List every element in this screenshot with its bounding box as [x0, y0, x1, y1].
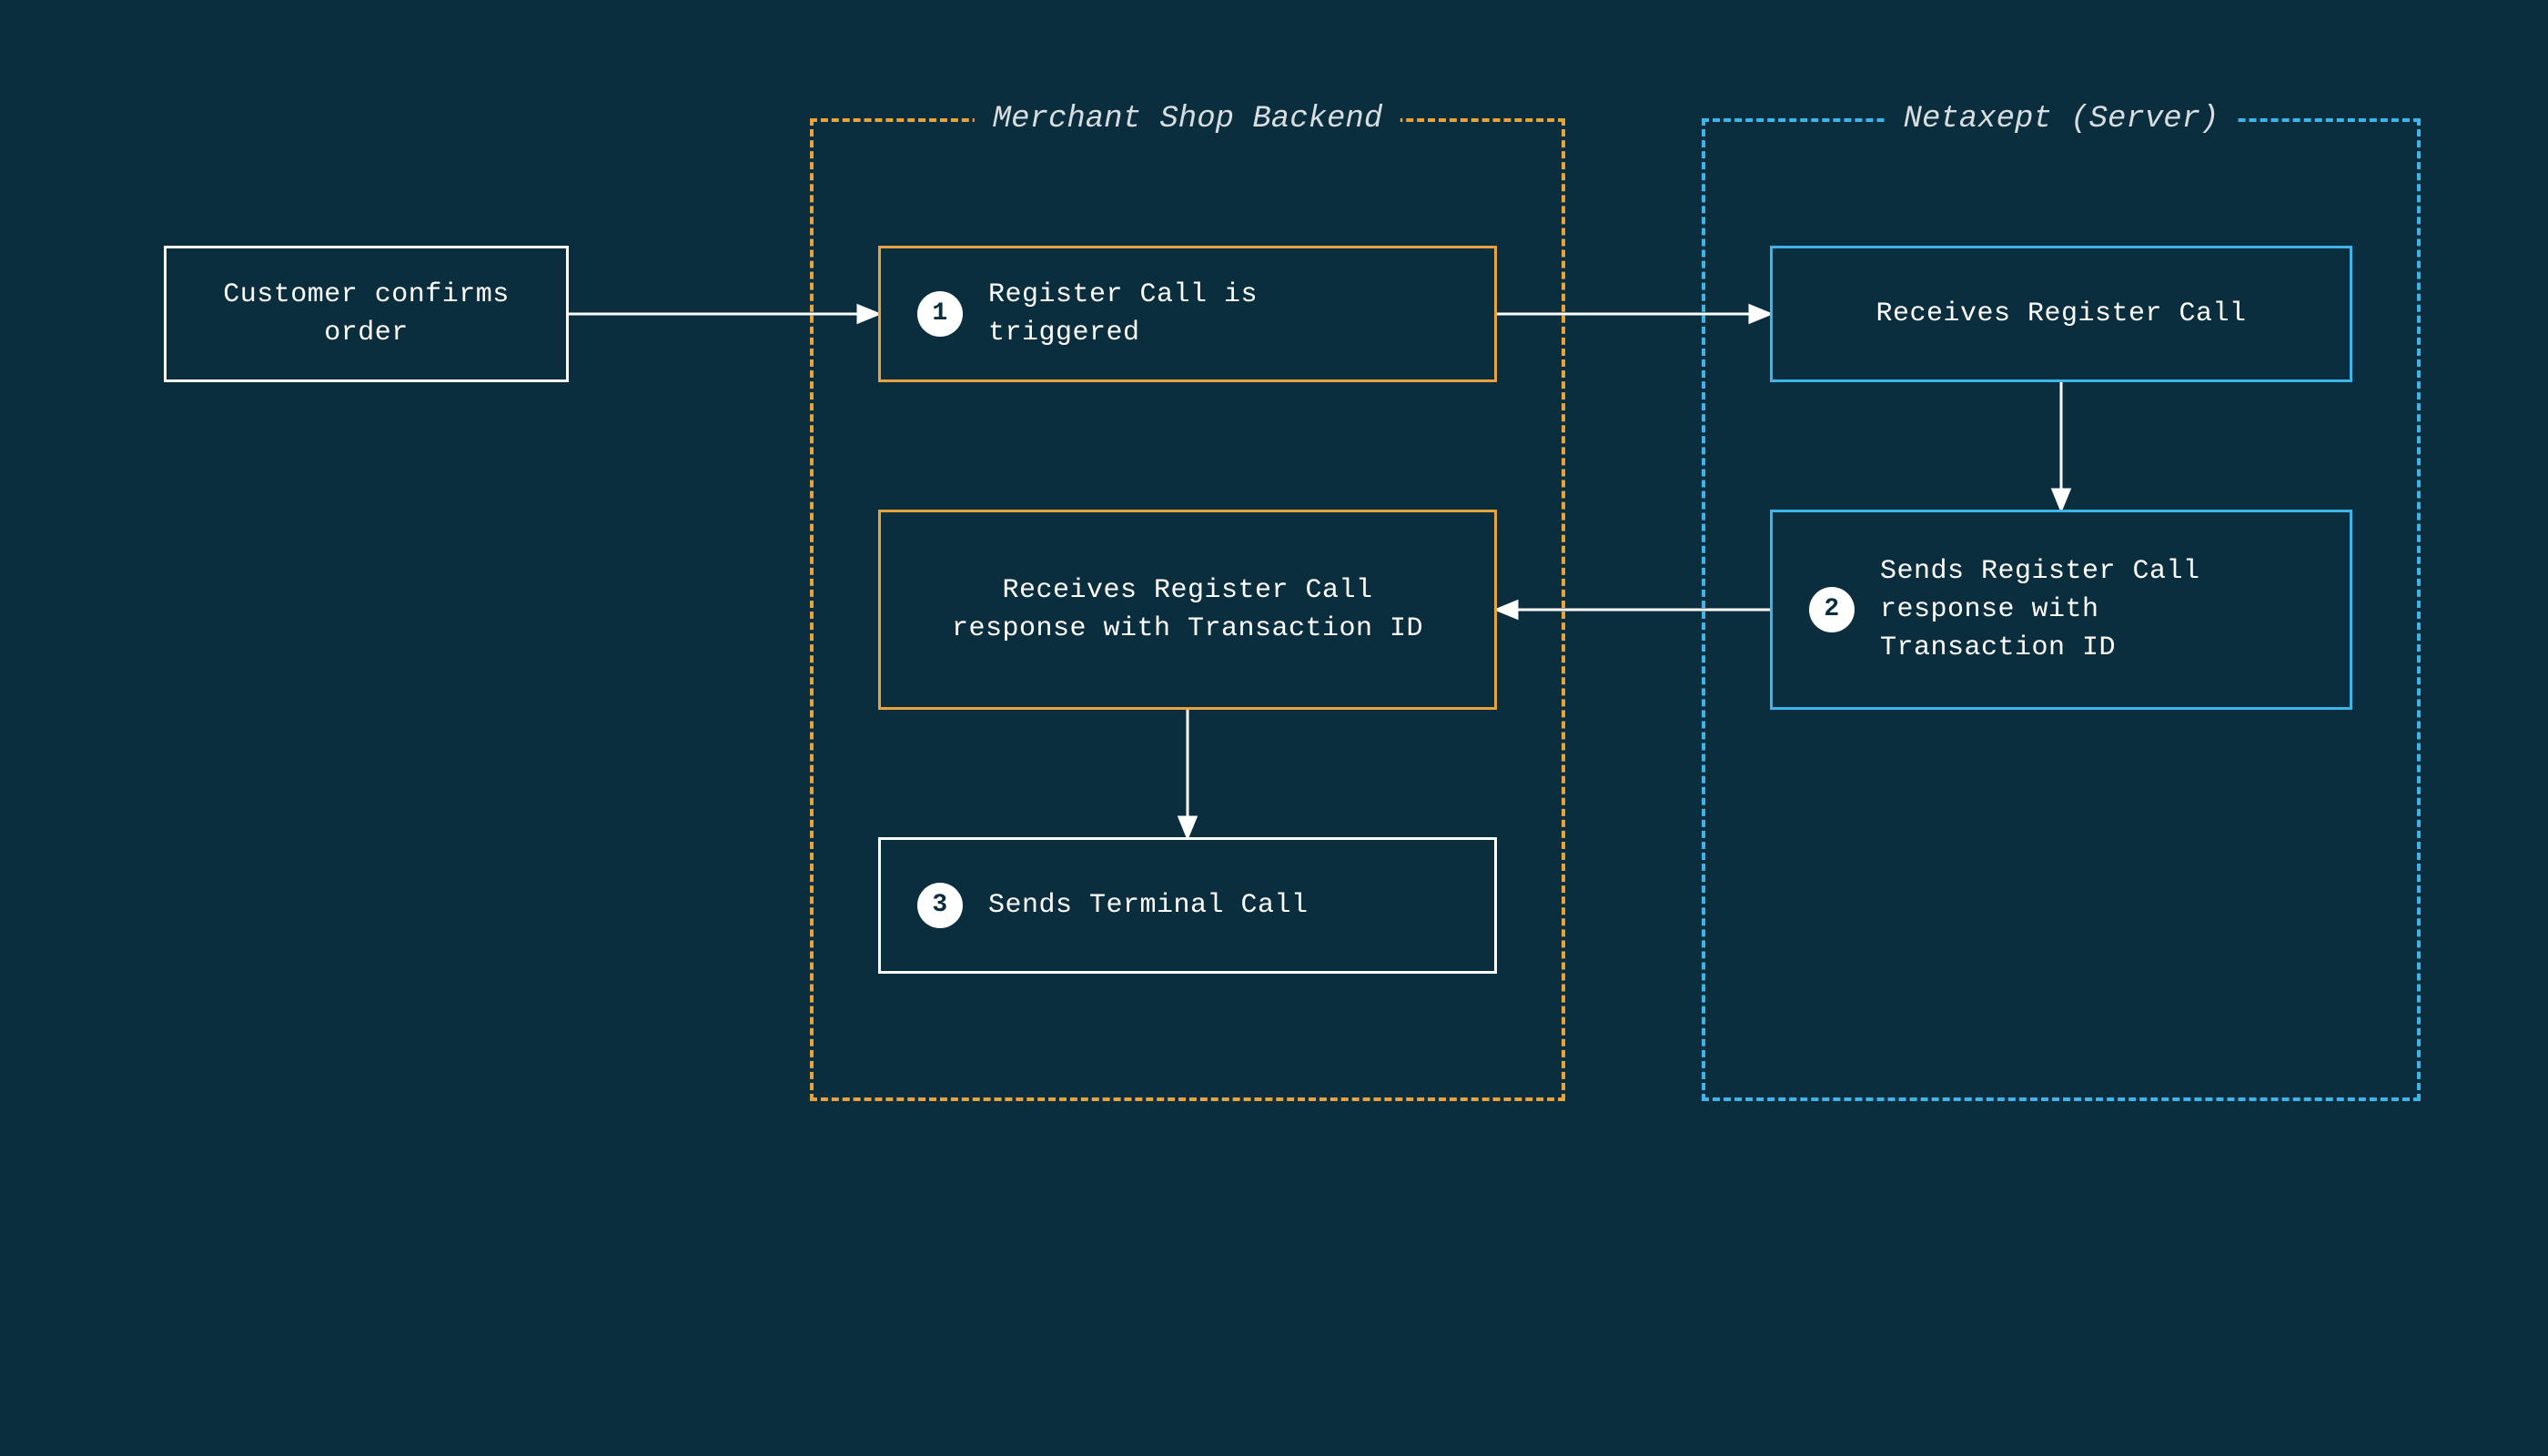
sends-register-response-text: Sends Register Call response with Transa… [1880, 552, 2244, 667]
receives-register-box: Receives Register Call [1770, 246, 2352, 382]
register-call-box: 1 Register Call is triggered [878, 246, 1497, 382]
badge-3: 3 [917, 883, 963, 928]
receives-register-response-text: Receives Register Call response with Tra… [881, 571, 1494, 648]
arrow-register-to-receives [1497, 300, 1770, 328]
receives-register-response-box: Receives Register Call response with Tra… [878, 510, 1497, 710]
arrow-receives-to-sends-response [2048, 382, 2075, 510]
arrow-sends-response-to-receives-response [1497, 596, 1770, 623]
customer-box: Customer confirms order [164, 246, 569, 382]
arrow-receives-response-to-terminal [1174, 710, 1201, 837]
merchant-container-label: Merchant Shop Backend [975, 102, 1400, 136]
customer-text: Customer confirms order [167, 276, 566, 352]
badge-2: 2 [1809, 587, 1855, 632]
flow-diagram: Merchant Shop Backend Netaxept (Server) … [0, 0, 2548, 1456]
netaxept-container-label: Netaxept (Server) [1886, 102, 2238, 136]
arrow-customer-to-register [569, 300, 878, 328]
sends-terminal-text: Sends Terminal Call [988, 886, 1309, 925]
register-call-text: Register Call is triggered [988, 276, 1261, 352]
badge-1: 1 [917, 291, 963, 337]
sends-terminal-box: 3 Sends Terminal Call [878, 837, 1497, 974]
sends-register-response-box: 2 Sends Register Call response with Tran… [1770, 510, 2352, 710]
receives-register-text: Receives Register Call [1773, 295, 2350, 333]
